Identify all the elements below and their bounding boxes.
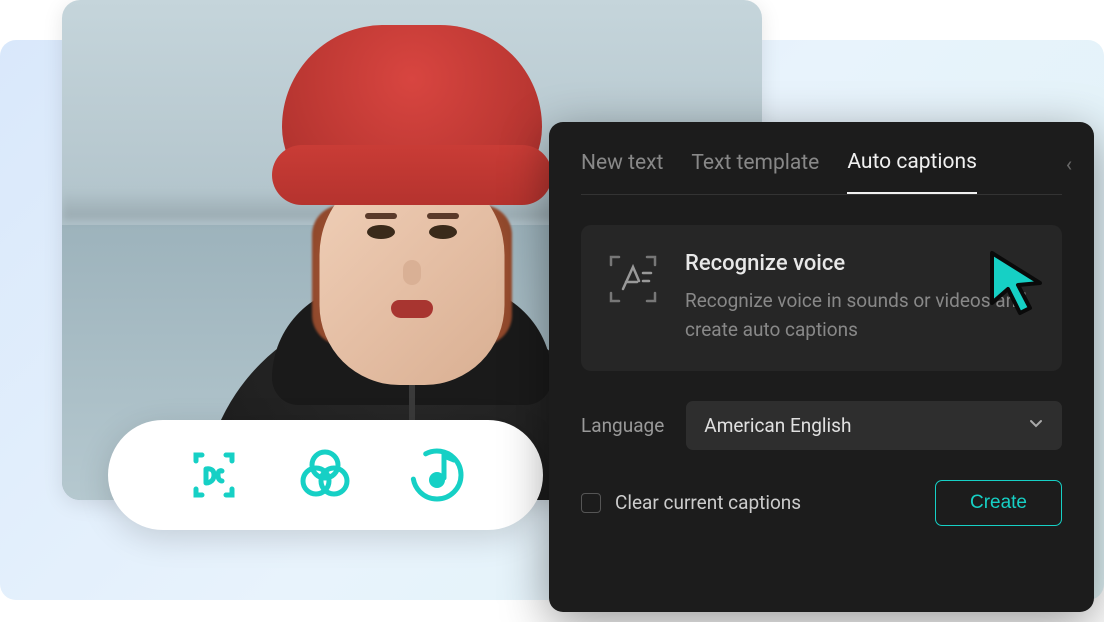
feature-toolbar (108, 420, 543, 530)
audio-icon[interactable] (407, 445, 467, 505)
recognize-voice-icon (605, 251, 661, 307)
clear-captions-label: Clear current captions (615, 491, 801, 514)
caption-icon[interactable] (184, 445, 244, 505)
clear-captions-checkbox[interactable]: Clear current captions (581, 491, 801, 514)
language-value: American English (704, 414, 851, 437)
create-button[interactable]: Create (935, 480, 1062, 526)
checkbox-box (581, 493, 601, 513)
auto-captions-panel: New text Text template Auto captions ‹‹ … (549, 122, 1094, 612)
language-label: Language (581, 414, 664, 437)
tab-new-text[interactable]: New text (581, 151, 663, 193)
language-select[interactable]: American English (686, 401, 1062, 450)
tab-auto-captions[interactable]: Auto captions (847, 150, 977, 194)
filter-icon[interactable] (295, 445, 355, 505)
tab-bar: New text Text template Auto captions ‹‹ (581, 150, 1062, 195)
recognize-voice-description: Recognize voice in sounds or videos and … (685, 286, 1038, 345)
recognize-voice-title: Recognize voice (685, 251, 1038, 276)
chevron-down-icon (1028, 415, 1044, 435)
language-row: Language American English (581, 401, 1062, 450)
recognize-voice-card: Recognize voice Recognize voice in sound… (581, 225, 1062, 371)
tab-text-template[interactable]: Text template (691, 151, 819, 193)
